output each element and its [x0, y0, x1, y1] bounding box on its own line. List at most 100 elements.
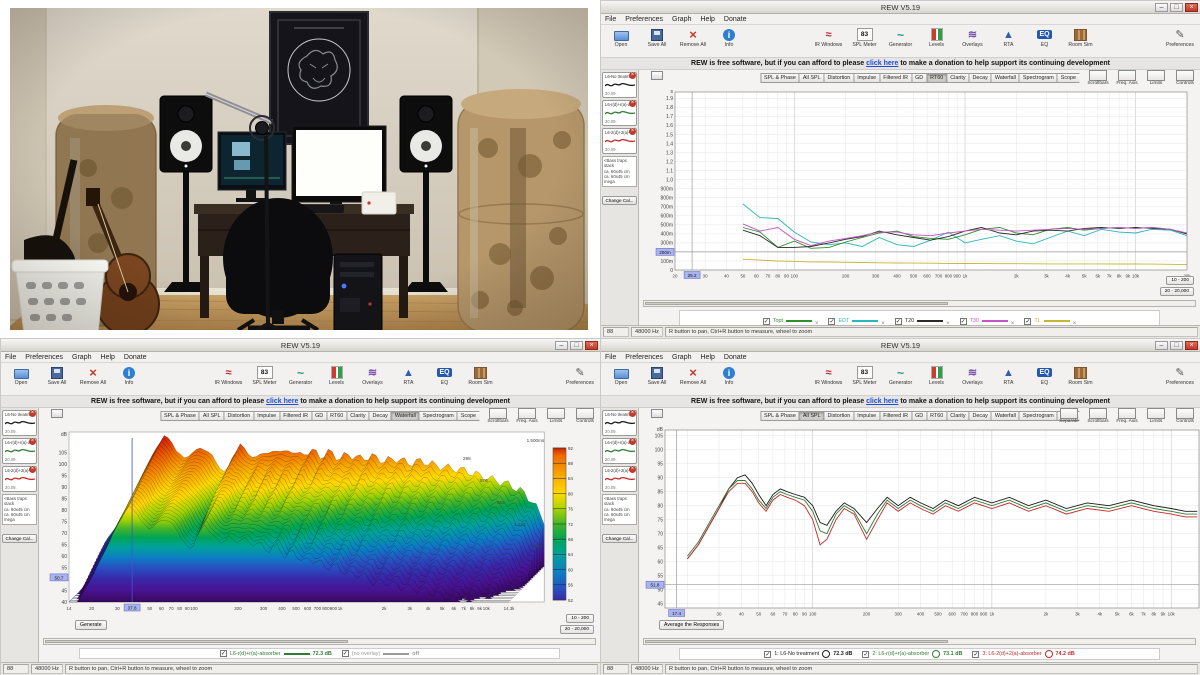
- graph-tab[interactable]: Clarity: [946, 73, 968, 83]
- graph-tab[interactable]: Clarity: [946, 411, 968, 421]
- menu-item[interactable]: File: [605, 354, 616, 361]
- trace-checkbox[interactable]: ✓: [342, 650, 349, 657]
- change-cal-button[interactable]: Change Cal...: [602, 196, 637, 205]
- graph-tab[interactable]: GD: [311, 411, 326, 421]
- remove-measurement-icon[interactable]: ×: [629, 438, 636, 445]
- menu-item[interactable]: Donate: [724, 16, 747, 23]
- toolbar-button[interactable]: Save All: [639, 26, 675, 48]
- toolbar-button[interactable]: ~Generator: [883, 364, 919, 386]
- toolbar-button[interactable]: ×Remove All: [675, 26, 711, 48]
- capture-button[interactable]: [651, 71, 663, 80]
- graph-toolbar-button[interactable]: Freq. Axis: [514, 408, 540, 424]
- toolbar-button[interactable]: ▲RTA: [991, 364, 1027, 386]
- toolbar-button[interactable]: ~Generator: [283, 364, 319, 386]
- graph-tab[interactable]: Filtered IR: [279, 411, 311, 421]
- close-button[interactable]: ×: [1185, 3, 1198, 12]
- remove-measurement-icon[interactable]: ×: [29, 438, 36, 445]
- graph-tab[interactable]: Clarity: [346, 411, 368, 421]
- close-button[interactable]: ×: [585, 341, 598, 350]
- graph-tab[interactable]: GD: [911, 411, 926, 421]
- toolbar-button[interactable]: EQEQ: [427, 364, 463, 386]
- graph-tab[interactable]: Spectrogram: [419, 411, 457, 421]
- toolbar-button[interactable]: iInfo: [711, 26, 747, 48]
- graph-tab[interactable]: Distortion: [824, 73, 854, 83]
- measurement-card[interactable]: L6-r(d)+r(a)-absorber × 20.09.: [2, 438, 37, 464]
- graph-tab[interactable]: Distortion: [224, 411, 254, 421]
- change-cal-button[interactable]: Change Cal...: [602, 534, 637, 543]
- measurement-card[interactable]: L6-r(d)+r(a)-absorber × 20.09.: [602, 100, 637, 126]
- toolbar-button[interactable]: Save All: [639, 364, 675, 386]
- toolbar-button[interactable]: ≈IR Windows: [211, 364, 247, 386]
- measurement-card[interactable]: L6-2(d)+2(a)-absorber × 20.09.: [602, 466, 637, 492]
- menu-item[interactable]: Donate: [724, 354, 747, 361]
- remove-measurement-icon[interactable]: ×: [629, 410, 636, 417]
- toolbar-button[interactable]: Save All: [39, 364, 75, 386]
- trace-checkbox[interactable]: ✓: [1024, 318, 1031, 325]
- toolbar-button[interactable]: EQEQ: [1027, 26, 1063, 48]
- horizontal-scrollbar[interactable]: [43, 638, 596, 645]
- minimize-button[interactable]: –: [1155, 341, 1168, 350]
- maximize-button[interactable]: □: [1170, 3, 1183, 12]
- trace-checkbox[interactable]: ✓: [862, 651, 869, 658]
- scrollbar-thumb[interactable]: [645, 640, 948, 643]
- measurement-card[interactable]: L6-No treatment × 20.09.: [602, 410, 637, 436]
- click-here-link[interactable]: click here: [266, 398, 298, 405]
- titlebar[interactable]: REW V5.19 – □ ×: [1, 339, 600, 352]
- menu-item[interactable]: Preferences: [625, 354, 663, 361]
- graph-toolbar-button[interactable]: Scrollbars: [1085, 408, 1111, 424]
- toolbar-button[interactable]: ≋Overlays: [955, 364, 991, 386]
- waterfall-plot[interactable]: 404550556065707580859095100105dB50.71420…: [39, 426, 600, 636]
- graph-tab[interactable]: Impulse: [853, 73, 879, 83]
- toolbar-button[interactable]: Open: [3, 364, 39, 386]
- toolbar-button[interactable]: Open: [603, 364, 639, 386]
- toolbar-button[interactable]: 83SPL Meter: [847, 364, 883, 386]
- menu-item[interactable]: File: [605, 16, 616, 23]
- trace-checkbox[interactable]: ✓: [220, 650, 227, 657]
- graph-tab[interactable]: RT60: [326, 411, 346, 421]
- graph-tab[interactable]: Distortion: [824, 411, 854, 421]
- graph-tab[interactable]: All SPL: [799, 73, 824, 83]
- graph-toolbar-button[interactable]: Scrollbars: [1085, 70, 1111, 86]
- rt60-plot[interactable]: 0100m200m300m400m500m600m700m800m900m1.0…: [639, 88, 1200, 298]
- graph-toolbar-button[interactable]: Freq. Axis: [1114, 70, 1140, 86]
- graph-tab[interactable]: Filtered IR: [879, 411, 911, 421]
- trace-checkbox[interactable]: ✓: [960, 318, 967, 325]
- graph-tab[interactable]: SPL & Phase: [160, 411, 199, 421]
- maximize-button[interactable]: □: [570, 341, 583, 350]
- minimize-button[interactable]: –: [1155, 3, 1168, 12]
- remove-measurement-icon[interactable]: ×: [629, 466, 636, 473]
- graph-tab[interactable]: RT60: [926, 411, 946, 421]
- toolbar-button[interactable]: ≈IR Windows: [811, 364, 847, 386]
- graph-toolbar-button[interactable]: Controls: [1172, 408, 1198, 424]
- graph-toolbar-button[interactable]: Controls: [1172, 70, 1198, 86]
- allspl-plot[interactable]: 4550556065707580859095100105304050607080…: [639, 426, 1200, 636]
- graph-tab[interactable]: GD: [911, 73, 926, 83]
- remove-measurement-icon[interactable]: ×: [29, 410, 36, 417]
- graph-toolbar-button[interactable]: Limits: [543, 408, 569, 424]
- average-responses-button[interactable]: Average the Responses: [659, 620, 724, 630]
- click-here-link[interactable]: click here: [866, 398, 898, 405]
- graph-tab[interactable]: Impulse: [853, 411, 879, 421]
- toolbar-button[interactable]: Levels: [319, 364, 355, 386]
- click-here-link[interactable]: click here: [866, 60, 898, 67]
- toolbar-button[interactable]: Levels: [919, 26, 955, 48]
- toolbar-button[interactable]: ▲RTA: [991, 26, 1027, 48]
- graph-tab[interactable]: Scope: [1057, 73, 1079, 83]
- trace-checkbox[interactable]: ✓: [828, 318, 835, 325]
- freq-range-preset-button[interactable]: 20 - 20,000: [1160, 287, 1194, 296]
- toolbar-button[interactable]: ▲RTA: [391, 364, 427, 386]
- menu-item[interactable]: Donate: [124, 354, 147, 361]
- generate-button[interactable]: Generate: [75, 620, 107, 630]
- graph-tab[interactable]: RT60: [926, 73, 946, 83]
- menu-item[interactable]: Help: [701, 16, 715, 23]
- toolbar-button[interactable]: iInfo: [111, 364, 147, 386]
- toolbar-button[interactable]: ≋Overlays: [355, 364, 391, 386]
- trace-checkbox[interactable]: ✓: [972, 651, 979, 658]
- remove-measurement-icon[interactable]: ×: [629, 128, 636, 135]
- freq-range-preset-button[interactable]: 20 - 20,000: [560, 625, 594, 634]
- measurement-card[interactable]: L6-2(d)+2(a)-absorber × 20.09.: [2, 466, 37, 492]
- graph-toolbar-button[interactable]: Scrollbars: [485, 408, 511, 424]
- menu-item[interactable]: Graph: [672, 16, 691, 23]
- menu-item[interactable]: Graph: [672, 354, 691, 361]
- titlebar[interactable]: REW V5.19 – □ ×: [601, 1, 1200, 14]
